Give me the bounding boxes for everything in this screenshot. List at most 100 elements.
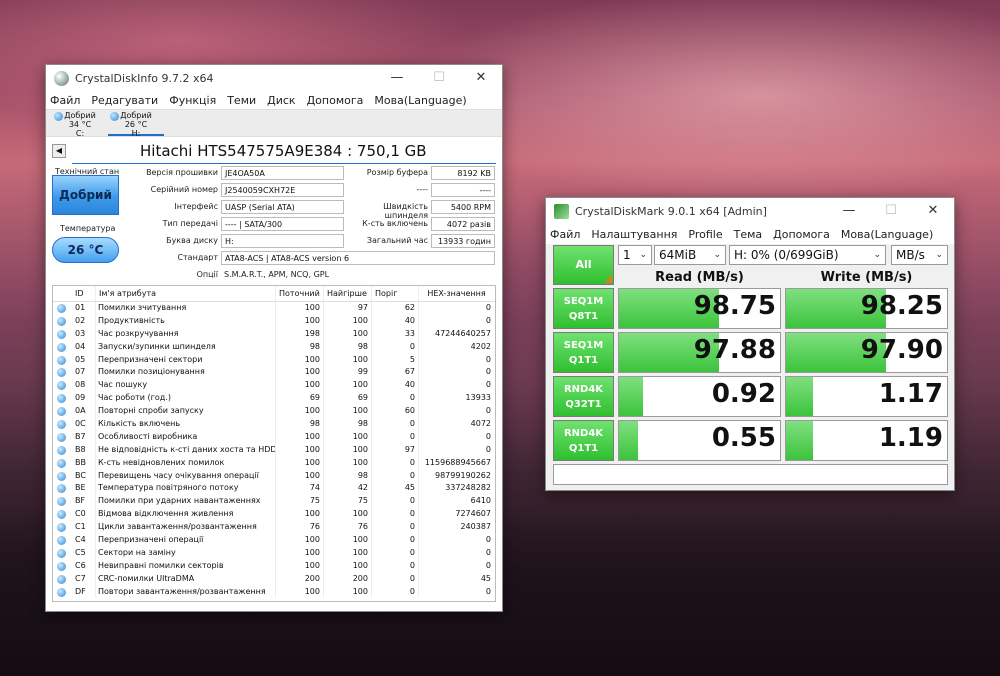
disk-model-title: Hitachi HTS547575A9E384 : 750,1 GB [140,142,427,160]
attribute-threshold: 5 [371,353,418,367]
test-button[interactable]: RND4K Q1T1 [553,420,614,461]
attribute-id: 08 [75,380,86,390]
table-row[interactable]: 07 Помилки позиціонування 100 99 67 0 [53,366,495,380]
table-row[interactable]: 02 Продуктивність 100 100 40 0 [53,314,495,328]
menu-item-language[interactable]: Мова(Language) [374,94,466,107]
attribute-worst: 100 [323,405,371,419]
test-button[interactable]: RND4K Q32T1 [553,376,614,417]
status-cell [53,302,75,315]
attribute-name: Помилки зчитування [95,302,275,315]
header-id[interactable]: ID [75,286,95,301]
cdm-titlebar[interactable]: CrystalDiskMark 9.0.1 x64 [Admin] — ☐ ✕ [546,198,954,224]
menu-item-profile[interactable]: Profile [688,228,722,241]
header-threshold[interactable]: Поріг [371,286,418,301]
cdi-menubar: Файл Редагувати Функція Теми Диск Допомо… [46,91,502,109]
run-all-button[interactable]: All [553,245,614,285]
attribute-id: B7 [75,431,86,441]
table-row[interactable]: DF Повтори завантаження/розвантаження 100 1… [53,585,495,599]
header-raw[interactable]: HEX-значення [418,286,494,301]
cdm-window-title: CrystalDiskMark 9.0.1 x64 [Admin] [575,204,767,218]
test-button[interactable]: SEQ1M Q1T1 [553,332,614,373]
menu-item-edit[interactable]: Редагувати [91,94,158,107]
table-row[interactable]: C4 Перепризначені операції 100 100 0 0 [53,534,495,547]
attribute-id: 09 [75,393,86,403]
minimize-button[interactable]: — [376,65,418,91]
interface-value: UASP (Serial ATA) [221,200,344,214]
table-row[interactable]: 05 Перепризначені сектори 100 100 5 0 [53,353,495,367]
header-current[interactable]: Поточний [275,286,323,301]
attribute-current: 100 [275,559,323,573]
attribute-name: Невиправні помилки секторів [95,559,275,573]
attribute-name: Помилки позиціонування [95,366,275,380]
disk-tab-h[interactable]: Добрий 26 °C H: [108,110,164,138]
attribute-worst: 75 [323,495,371,509]
attribute-id: BF [75,496,86,506]
attribute-worst: 98 [323,469,371,483]
table-row[interactable]: C6 Невиправні помилки секторів 100 100 0 0 [53,559,495,573]
disk-tab-c[interactable]: Добрий 34 °C C: [52,110,108,138]
prev-disk-arrow-icon[interactable]: ◀ [52,144,66,158]
drive-letter-label: Буква диску [166,236,218,245]
attribute-current: 75 [275,495,323,509]
menu-item-help[interactable]: Допомога [307,94,364,107]
maximize-button[interactable]: ☐ [418,65,460,91]
table-row[interactable]: C5 Сектори на заміну 100 100 0 0 [53,546,495,560]
menu-item-function[interactable]: Функція [169,94,216,107]
table-row[interactable]: C0 Відмова відключення живлення 100 100 0 727… [53,508,495,522]
attribute-raw: 0 [418,430,494,444]
attribute-current: 100 [275,430,323,444]
attribute-worst: 200 [323,572,371,586]
test-size-select[interactable]: 64MiB ⌄ [654,245,726,265]
table-row[interactable]: 0A Повторні спроби запуску 100 100 60 0 [53,405,495,419]
test-queue: Q32T1 [565,399,602,410]
status-good-icon [57,484,66,494]
menu-item-file[interactable]: Файл [550,228,580,241]
test-drive-select[interactable]: H: 0% (0/699GiB) ⌄ [729,245,886,265]
write-speed-value: 1.19 [878,423,943,453]
health-status-button[interactable]: Добрий [52,175,119,215]
attribute-name: Цикли завантаження/розвантаження [95,521,275,535]
table-row[interactable]: 03 Час розкручування 198 100 33 47244640257 [53,327,495,341]
table-row[interactable]: BF Помилки при ударних навантаженнях 75 75 0… [53,495,495,509]
attribute-id: C7 [75,573,86,583]
table-row[interactable]: C1 Цикли завантаження/розвантаження 76 76 0 2… [53,521,495,535]
interface-label: Інтерфейс [174,202,218,211]
maximize-button[interactable]: ☐ [870,198,912,224]
table-row[interactable]: 01 Помилки зчитування 100 97 62 0 [53,302,495,315]
test-count-select[interactable]: 1 ⌄ [618,245,652,265]
close-button[interactable]: ✕ [912,198,954,224]
menu-item-disk[interactable]: Диск [267,94,295,107]
menu-item-settings[interactable]: Налаштування [591,228,677,241]
unit-select[interactable]: MB/s ⌄ [891,245,948,265]
table-row[interactable]: BC Перевищень часу очікування операції 100… [53,469,495,483]
table-row[interactable]: 04 Запуски/зупинки шпинделя 98 98 0 4202 [53,340,495,354]
menu-item-language[interactable]: Мова(Language) [841,228,933,241]
header-worst[interactable]: Найгірше [323,286,371,301]
attribute-name: Повтори завантаження/розвантаження [95,585,275,599]
table-row[interactable]: BB К-сть невідновлених помилок 100 100 0 1159… [53,456,495,470]
test-button[interactable]: SEQ1M Q8T1 [553,288,614,329]
attribute-worst: 100 [323,379,371,393]
table-row[interactable]: 08 Час пошуку 100 100 40 0 [53,379,495,393]
attribute-worst: 100 [323,443,371,457]
table-row[interactable]: B7 Особливості виробника 100 100 0 0 [53,430,495,444]
close-button[interactable]: ✕ [460,65,502,91]
header-name[interactable]: Ім'я атрибута [95,286,275,301]
test-queue: Q1T1 [568,355,599,366]
table-row[interactable]: C7 CRC-помилки UltraDMA 200 200 0 45 [53,572,495,586]
status-cell [53,547,75,560]
attribute-name: Сектори на заміну [95,546,275,560]
comment-field[interactable] [553,464,948,485]
table-row[interactable]: B8 Не відповідність к-сті даних хоста та … [53,443,495,457]
table-row[interactable]: 09 Час роботи (год.) 69 69 0 13933 [53,392,495,406]
menu-item-help[interactable]: Допомога [773,228,830,241]
table-row[interactable]: 0C Кількість включень 98 98 0 4072 [53,418,495,431]
smart-table[interactable]: ID Ім'я атрибута Поточний Найгірше Поріг… [52,285,496,602]
cdi-titlebar[interactable]: CrystalDiskInfo 9.7.2 x64 — ☐ ✕ [46,65,502,91]
attribute-current: 100 [275,585,323,599]
menu-item-themes[interactable]: Теми [227,94,256,107]
table-row[interactable]: BE Температура повітряного потоку 74 42 45 33… [53,482,495,496]
menu-item-file[interactable]: Файл [50,94,80,107]
menu-item-theme[interactable]: Тема [734,228,763,241]
minimize-button[interactable]: — [828,198,870,224]
